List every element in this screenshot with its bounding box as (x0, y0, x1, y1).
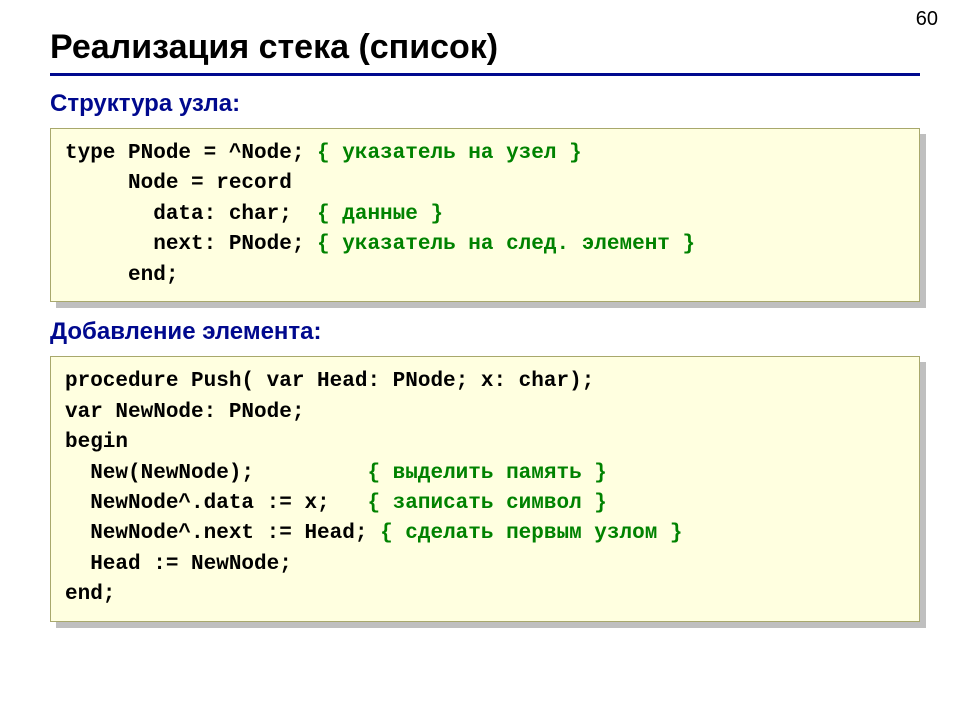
code-text: end; (65, 264, 178, 287)
code-text: procedure Push( var Head: PNode; x: char… (65, 370, 594, 393)
code-comment: { указатель на узел } (317, 142, 582, 165)
code-text: NewNode^.next := Head; (65, 522, 380, 545)
code-text: end; (65, 583, 115, 606)
code-block-1: type PNode = ^Node; { указатель на узел … (50, 128, 920, 302)
code-text: data: char; (65, 203, 317, 226)
code-block-2: procedure Push( var Head: PNode; x: char… (50, 356, 920, 622)
slide-page: 60 Реализация стека (список) Структура у… (0, 0, 960, 720)
section-heading-2: Добавление элемента: (50, 318, 920, 346)
code-comment: { сделать первым узлом } (380, 522, 682, 545)
code-comment: { указатель на след. элемент } (317, 233, 695, 256)
code-text: var NewNode: PNode; (65, 401, 304, 424)
code-text: begin (65, 431, 128, 454)
page-number: 60 (916, 8, 938, 31)
page-title: Реализация стека (список) (50, 28, 920, 67)
code-text: type PNode = ^Node; (65, 142, 317, 165)
code-comment: { данные } (317, 203, 443, 226)
section-heading-1: Структура узла: (50, 90, 920, 118)
title-rule (50, 73, 920, 76)
code-box: procedure Push( var Head: PNode; x: char… (50, 356, 920, 622)
code-text: Head := NewNode; (65, 553, 292, 576)
code-comment: { выделить память } (367, 462, 606, 485)
code-comment: { записать символ } (367, 492, 606, 515)
code-box: type PNode = ^Node; { указатель на узел … (50, 128, 920, 302)
code-text: NewNode^.data := x; (65, 492, 367, 515)
code-text: Node = record (65, 172, 292, 195)
code-text: next: PNode; (65, 233, 317, 256)
code-text: New(NewNode); (65, 462, 367, 485)
